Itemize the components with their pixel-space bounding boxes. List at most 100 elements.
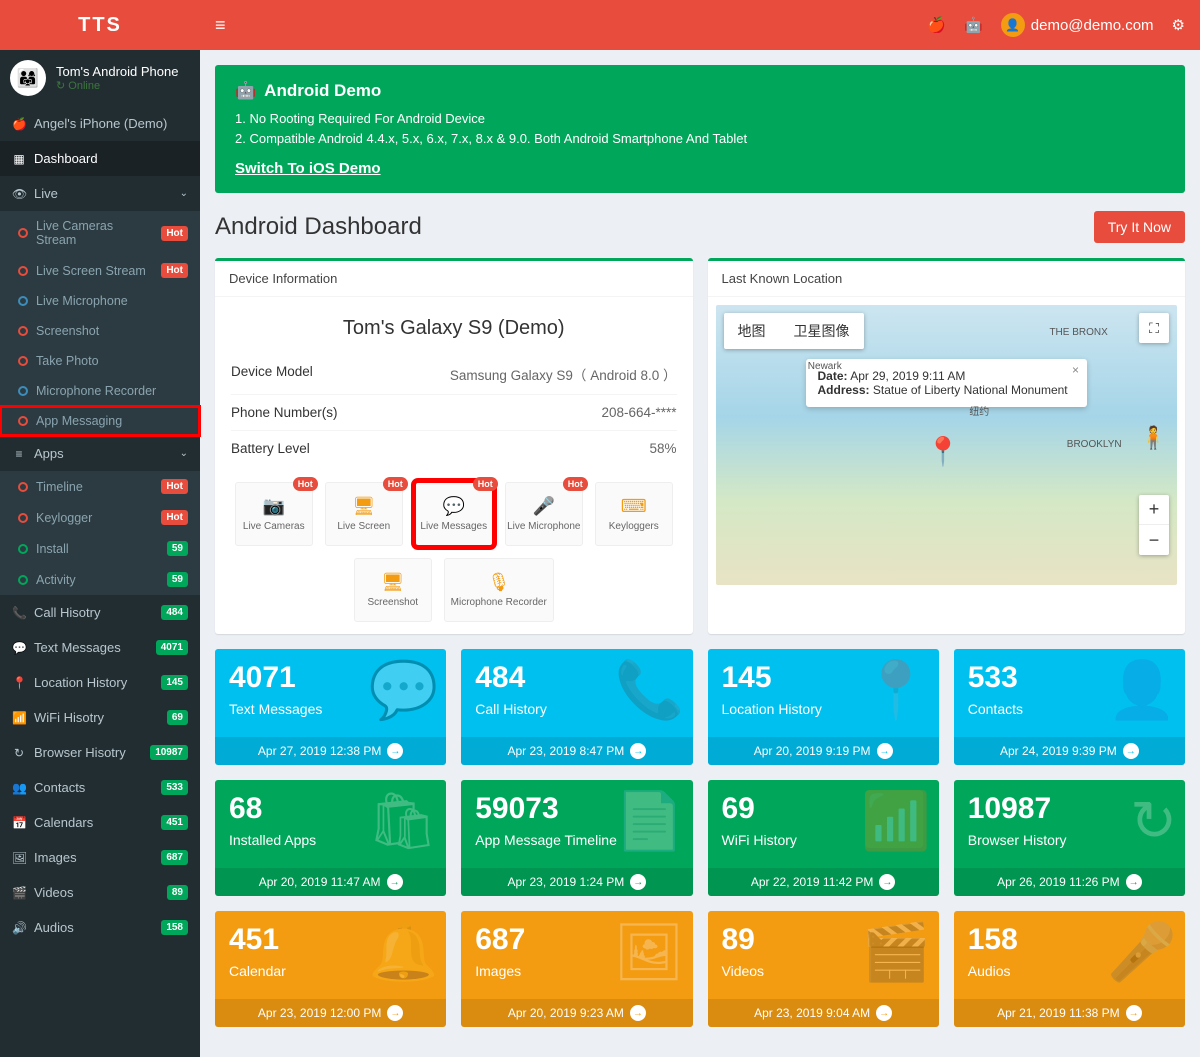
sidebar-item[interactable]: 🎬 Videos 89 (0, 875, 200, 910)
user-device-name: Tom's Android Phone (56, 64, 178, 79)
quick-action-button[interactable]: Hot 🎤 Live Microphone (505, 482, 583, 546)
sidebar-item[interactable]: 📞 Call Hisotry 484 (0, 595, 200, 630)
sidebar-item[interactable]: 🔊 Audios 158 (0, 910, 200, 945)
metric-card[interactable]: 89 Videos 🎬 Apr 23, 2019 9:04 AM → (708, 911, 939, 1027)
map-tab-map[interactable]: 地图 (724, 313, 780, 349)
value: Statue of Liberty National Monument (873, 383, 1068, 397)
metric-card[interactable]: 484 Call History 📞 Apr 23, 2019 8:47 PM … (461, 649, 692, 765)
item-icon: 📞 (12, 606, 26, 620)
switch-demo-link[interactable]: Switch To iOS Demo (235, 160, 381, 177)
sidebar-item[interactable]: Keylogger Hot (0, 502, 200, 533)
metric-footer[interactable]: Apr 20, 2019 9:23 AM → (461, 999, 692, 1027)
metric-card[interactable]: 59073 App Message Timeline 📄 Apr 23, 201… (461, 780, 692, 896)
metric-card[interactable]: 69 WiFi History 📶 Apr 22, 2019 11:42 PM … (708, 780, 939, 896)
banner-line-1: 1. No Rooting Required For Android Devic… (235, 109, 1165, 129)
metric-icon: 🛍 (367, 788, 438, 854)
apple-platform-icon[interactable]: 🍎 (927, 16, 946, 34)
quick-action-button[interactable]: 🖥 Screenshot (354, 558, 432, 622)
metric-footer[interactable]: Apr 20, 2019 9:19 PM → (708, 737, 939, 765)
sidebar-item[interactable]: Timeline Hot (0, 471, 200, 502)
label: Audios (34, 920, 74, 935)
metric-footer[interactable]: Apr 23, 2019 9:04 AM → (708, 999, 939, 1027)
quick-action-button[interactable]: Hot 💬 Live Messages (415, 482, 493, 546)
quick-action-button[interactable]: ⌨ Keyloggers (595, 482, 673, 546)
sidebar-item[interactable]: 🖼 Images 687 (0, 840, 200, 875)
label: Live Screen (337, 521, 390, 532)
metric-card[interactable]: 4071 Text Messages 💬 Apr 27, 2019 12:38 … (215, 649, 446, 765)
close-icon[interactable]: × (1072, 363, 1079, 377)
map-tab-satellite[interactable]: 卫星图像 (780, 313, 864, 349)
metric-card[interactable]: 451 Calendar 🔔 Apr 23, 2019 12:00 PM → (215, 911, 446, 1027)
value: 58% (649, 441, 676, 456)
metric-card[interactable]: 68 Installed Apps 🛍 Apr 20, 2019 11:47 A… (215, 780, 446, 896)
demo-banner: 🤖 Android Demo 1. No Rooting Required Fo… (215, 65, 1185, 193)
sidebar-item[interactable]: Live Microphone (0, 286, 200, 316)
metric-footer[interactable]: Apr 24, 2019 9:39 PM → (954, 737, 1185, 765)
android-platform-icon[interactable]: 🤖 (964, 16, 983, 34)
quick-action-button[interactable]: Hot 📷 Live Cameras (235, 482, 313, 546)
label: Screenshot (36, 324, 99, 338)
label: Live Microphone (36, 294, 128, 308)
metric-card[interactable]: 533 Contacts 👤 Apr 24, 2019 9:39 PM → (954, 649, 1185, 765)
metric-footer[interactable]: Apr 22, 2019 11:42 PM → (708, 868, 939, 896)
sidebar-item-dashboard[interactable]: ▦ Dashboard (0, 141, 200, 176)
badge: Hot (161, 263, 188, 278)
metric-footer[interactable]: Apr 21, 2019 11:38 PM → (954, 999, 1185, 1027)
try-it-now-button[interactable]: Try It Now (1094, 211, 1185, 243)
metric-footer[interactable]: Apr 23, 2019 8:47 PM → (461, 737, 692, 765)
metric-timestamp: Apr 23, 2019 12:00 PM (258, 1006, 381, 1020)
sidebar-item[interactable]: Live Screen Stream Hot (0, 255, 200, 286)
sidebar-item[interactable]: 📍 Location History 145 (0, 665, 200, 700)
menu-toggle-icon[interactable]: ≡ (215, 15, 226, 36)
box-header: Device Information (215, 261, 693, 297)
sidebar-group-live[interactable]: 👁 Live ⌄ (0, 176, 200, 211)
streetview-icon[interactable]: 🧍 (1140, 425, 1167, 451)
sidebar-item[interactable]: Screenshot (0, 316, 200, 346)
brand-logo[interactable]: TTS (0, 0, 200, 50)
metric-footer[interactable]: Apr 20, 2019 11:47 AM → (215, 868, 446, 896)
sidebar-item[interactable]: Live Cameras Stream Hot (0, 211, 200, 255)
metric-card[interactable]: 687 Images 🖼 Apr 20, 2019 9:23 AM → (461, 911, 692, 1027)
user-avatar-icon: 👨‍👩‍👧 (10, 60, 46, 96)
item-icon: 📍 (12, 676, 26, 690)
arrow-right-icon: → (1126, 1005, 1142, 1021)
metric-card[interactable]: 10987 Browser History ↻ Apr 26, 2019 11:… (954, 780, 1185, 896)
sidebar-item[interactable]: 👥 Contacts 533 (0, 770, 200, 805)
sidebar-group-apps[interactable]: ≡ Apps ⌄ (0, 436, 200, 471)
metric-footer[interactable]: Apr 27, 2019 12:38 PM → (215, 737, 446, 765)
map[interactable]: 地图 卫星图像 ⛶ × Date: Apr 29, 2019 9:11 AM A… (716, 305, 1178, 585)
zoom-out-button[interactable]: − (1139, 525, 1169, 555)
chevron-down-icon: ⌄ (180, 188, 188, 199)
metric-footer[interactable]: Apr 23, 2019 1:24 PM → (461, 868, 692, 896)
item-icon: ↻ (12, 746, 26, 760)
quick-action-button[interactable]: Hot 🖥 Live Screen (325, 482, 403, 546)
metric-card[interactable]: 158 Audios 🎤 Apr 21, 2019 11:38 PM → (954, 911, 1185, 1027)
metric-card[interactable]: 145 Location History 📍 Apr 20, 2019 9:19… (708, 649, 939, 765)
action-icon: ⌨ (621, 496, 647, 517)
map-place-label: 纽约 (969, 403, 989, 418)
label: Location History (34, 675, 127, 690)
settings-icon[interactable]: ⚙ (1172, 16, 1185, 34)
sidebar-item[interactable]: Install 59 (0, 533, 200, 564)
quick-action-button[interactable]: 🎙 Microphone Recorder (444, 558, 554, 622)
sidebar-item[interactable]: Microphone Recorder (0, 376, 200, 406)
sidebar-item[interactable]: 💬 Text Messages 4071 (0, 630, 200, 665)
map-info-popup: × Date: Apr 29, 2019 9:11 AM Address: St… (806, 359, 1088, 407)
zoom-in-button[interactable]: + (1139, 495, 1169, 525)
metric-icon: 📶 (861, 788, 931, 854)
metric-footer[interactable]: Apr 23, 2019 12:00 PM → (215, 999, 446, 1027)
metric-timestamp: Apr 20, 2019 9:19 PM (754, 744, 871, 758)
sidebar-item[interactable]: App Messaging (0, 406, 200, 436)
user-menu[interactable]: 👤 demo@demo.com (1001, 13, 1154, 37)
sidebar-item[interactable]: 📶 WiFi Hisotry 69 (0, 700, 200, 735)
sidebar-item[interactable]: ↻ Browser Hisotry 10987 (0, 735, 200, 770)
label: Take Photo (36, 354, 99, 368)
item-icon: 🎬 (12, 886, 26, 900)
sidebar-item-demo-device[interactable]: 🍎 Angel's iPhone (Demo) (0, 106, 200, 141)
sidebar-item[interactable]: Activity 59 (0, 564, 200, 595)
sidebar-item[interactable]: 📅 Calendars 451 (0, 805, 200, 840)
fullscreen-icon[interactable]: ⛶ (1139, 313, 1169, 343)
metric-footer[interactable]: Apr 26, 2019 11:26 PM → (954, 868, 1185, 896)
map-place-label: Newark (808, 361, 842, 372)
sidebar-item[interactable]: Take Photo (0, 346, 200, 376)
